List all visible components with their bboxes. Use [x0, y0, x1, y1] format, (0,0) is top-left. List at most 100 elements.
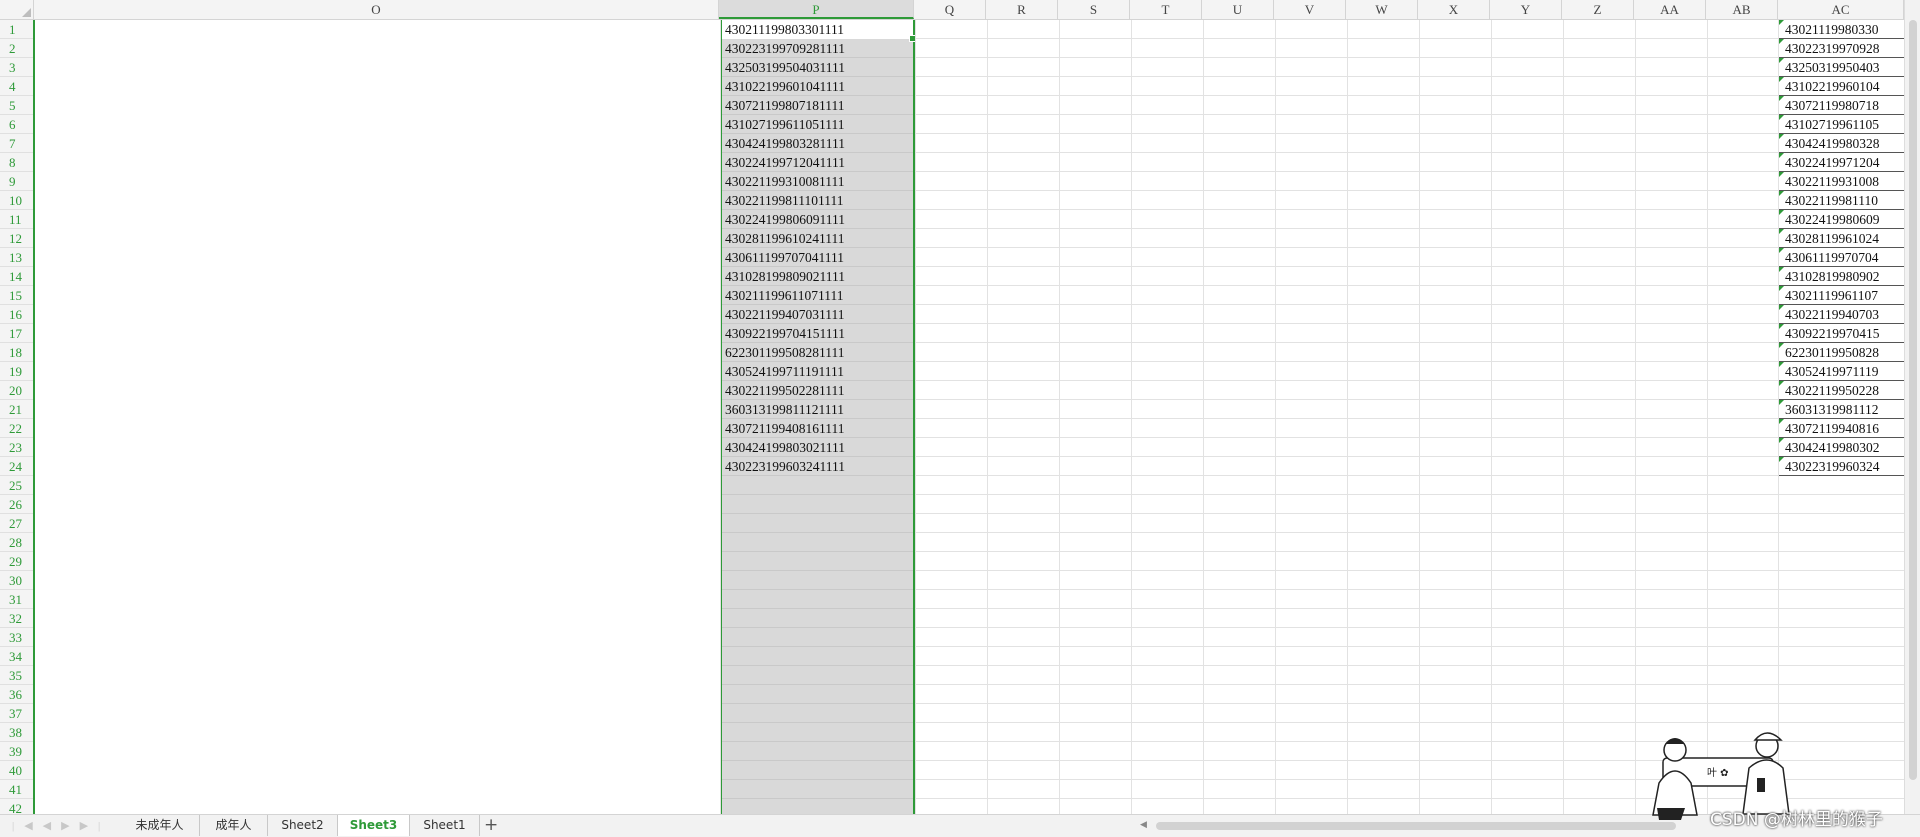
sheet-tab-sheet1[interactable]: Sheet1 — [410, 815, 480, 836]
cell-p[interactable]: 431027199611051111 — [725, 115, 845, 134]
row-header[interactable]: 22 — [0, 419, 33, 438]
row-header[interactable]: 39 — [0, 742, 33, 761]
cell-p[interactable]: 430721199807181111 — [725, 96, 845, 115]
cell-p[interactable]: 430211199803301111 — [725, 20, 844, 39]
row-header[interactable]: 27 — [0, 514, 33, 533]
row-header[interactable]: 37 — [0, 704, 33, 723]
row-header[interactable]: 17 — [0, 324, 33, 343]
row-header[interactable]: 25 — [0, 476, 33, 495]
row-header[interactable]: 8 — [0, 153, 33, 172]
row-header[interactable]: 30 — [0, 571, 33, 590]
column-header-o[interactable]: O — [34, 0, 719, 19]
row-header[interactable]: 6 — [0, 115, 33, 134]
cell-p[interactable]: 431022199601041111 — [725, 77, 845, 96]
column-o-cells[interactable] — [35, 20, 720, 814]
row-header[interactable]: 12 — [0, 229, 33, 248]
cell-p[interactable]: 430224199712041111 — [725, 153, 845, 172]
row-header[interactable]: 21 — [0, 400, 33, 419]
column-header-ac[interactable]: AC — [1778, 0, 1904, 19]
cell-p[interactable]: 430611199707041111 — [725, 248, 844, 267]
vertical-scroll-thumb[interactable] — [1909, 20, 1917, 780]
row-header[interactable]: 34 — [0, 647, 33, 666]
row-header[interactable]: 20 — [0, 381, 33, 400]
cell-ac[interactable]: 43250319950403 — [1785, 58, 1880, 77]
row-header[interactable]: 4 — [0, 77, 33, 96]
cell-p[interactable]: 622301199508281111 — [725, 343, 845, 362]
cell-ac[interactable]: 43092219970415 — [1785, 324, 1880, 343]
row-header[interactable]: 36 — [0, 685, 33, 704]
sheet-nav-arrows-icon[interactable]: |◀◀▶▶| — [12, 815, 110, 837]
cell-p[interactable]: 430424199803021111 — [725, 438, 845, 457]
row-header[interactable]: 15 — [0, 286, 33, 305]
row-header[interactable]: 18 — [0, 343, 33, 362]
row-header[interactable]: 13 — [0, 248, 33, 267]
row-header[interactable]: 28 — [0, 533, 33, 552]
row-header[interactable]: 26 — [0, 495, 33, 514]
cell-ac[interactable]: 43022119950228 — [1785, 381, 1879, 400]
column-header-y[interactable]: Y — [1490, 0, 1562, 19]
column-header-aa[interactable]: AA — [1634, 0, 1706, 19]
cell-ac[interactable]: 43052419971119 — [1785, 362, 1879, 381]
row-header[interactable]: 16 — [0, 305, 33, 324]
cell-ac[interactable]: 43022419980609 — [1785, 210, 1880, 229]
scroll-left-icon[interactable]: ◀ — [1140, 820, 1147, 830]
horizontal-scroll-thumb[interactable] — [1156, 822, 1676, 830]
column-header-ab[interactable]: AB — [1706, 0, 1778, 19]
cell-ac[interactable]: 43022119931008 — [1785, 172, 1879, 191]
cell-ac[interactable]: 43022119940703 — [1785, 305, 1879, 324]
cell-ac[interactable]: 43021119980330 — [1785, 20, 1879, 39]
row-header[interactable]: 1 — [0, 20, 33, 39]
column-header-w[interactable]: W — [1346, 0, 1418, 19]
column-header-r[interactable]: R — [986, 0, 1058, 19]
cell-p[interactable]: 430922199704151111 — [725, 324, 845, 343]
cell-ac[interactable]: 62230119950828 — [1785, 343, 1879, 362]
cell-p[interactable]: 432503199504031111 — [725, 58, 845, 77]
row-header[interactable]: 32 — [0, 609, 33, 628]
cell-ac[interactable]: 43021119961107 — [1785, 286, 1878, 305]
row-header[interactable]: 9 — [0, 172, 33, 191]
row-header[interactable]: 40 — [0, 761, 33, 780]
row-header[interactable]: 42 — [0, 799, 33, 814]
row-header[interactable]: 24 — [0, 457, 33, 476]
cell-p[interactable]: 430721199408161111 — [725, 419, 845, 438]
row-header[interactable]: 10 — [0, 191, 33, 210]
sheet-tab-minors[interactable]: 未成年人 — [120, 815, 200, 836]
row-header[interactable]: 23 — [0, 438, 33, 457]
cell-ac[interactable]: 36031319981112 — [1785, 400, 1879, 419]
row-header[interactable]: 38 — [0, 723, 33, 742]
cell-ac[interactable]: 43102219960104 — [1785, 77, 1880, 96]
cell-ac[interactable]: 43102819980902 — [1785, 267, 1880, 286]
cell-p[interactable]: 430281199610241111 — [725, 229, 845, 248]
cell-p[interactable]: 430211199611071111 — [725, 286, 844, 305]
cell-ac[interactable]: 43042419980302 — [1785, 438, 1880, 457]
row-header[interactable]: 41 — [0, 780, 33, 799]
cell-p[interactable]: 430221199502281111 — [725, 381, 845, 400]
cell-p[interactable]: 430223199709281111 — [725, 39, 845, 58]
column-header-x[interactable]: X — [1418, 0, 1490, 19]
row-header[interactable]: 14 — [0, 267, 33, 286]
sheet-tab-adults[interactable]: 成年人 — [200, 815, 268, 836]
column-header-t[interactable]: T — [1130, 0, 1202, 19]
cell-p[interactable]: 430221199811101111 — [725, 191, 844, 210]
cell-p[interactable]: 430221199310081111 — [725, 172, 845, 191]
cell-grid[interactable]: 43021119980330 43022319970928 432503199504… — [35, 20, 1904, 814]
column-header-s[interactable]: S — [1058, 0, 1130, 19]
row-header[interactable]: 33 — [0, 628, 33, 647]
cell-ac[interactable]: 43022319970928 — [1785, 39, 1880, 58]
column-header-p[interactable]: P — [719, 0, 914, 19]
cell-p[interactable]: 430224199806091111 — [725, 210, 845, 229]
row-header[interactable]: 5 — [0, 96, 33, 115]
row-header[interactable]: 3 — [0, 58, 33, 77]
column-ac-cells[interactable]: 43021119980330 43022319970928 432503199504… — [1778, 20, 1904, 476]
column-header-u[interactable]: U — [1202, 0, 1274, 19]
cell-ac[interactable]: 43022119981110 — [1785, 191, 1878, 210]
select-all-corner[interactable] — [0, 0, 34, 19]
cell-ac[interactable]: 43022319960324 — [1785, 457, 1880, 476]
cell-p[interactable]: 430221199407031111 — [725, 305, 845, 324]
sheet-tab-sheet3[interactable]: Sheet3 — [338, 815, 410, 836]
cell-ac[interactable]: 43022419971204 — [1785, 153, 1880, 172]
row-header[interactable]: 29 — [0, 552, 33, 571]
column-header-v[interactable]: V — [1274, 0, 1346, 19]
cell-p[interactable]: 430524199711191111 — [725, 362, 844, 381]
cell-ac[interactable]: 43028119961024 — [1785, 229, 1879, 248]
